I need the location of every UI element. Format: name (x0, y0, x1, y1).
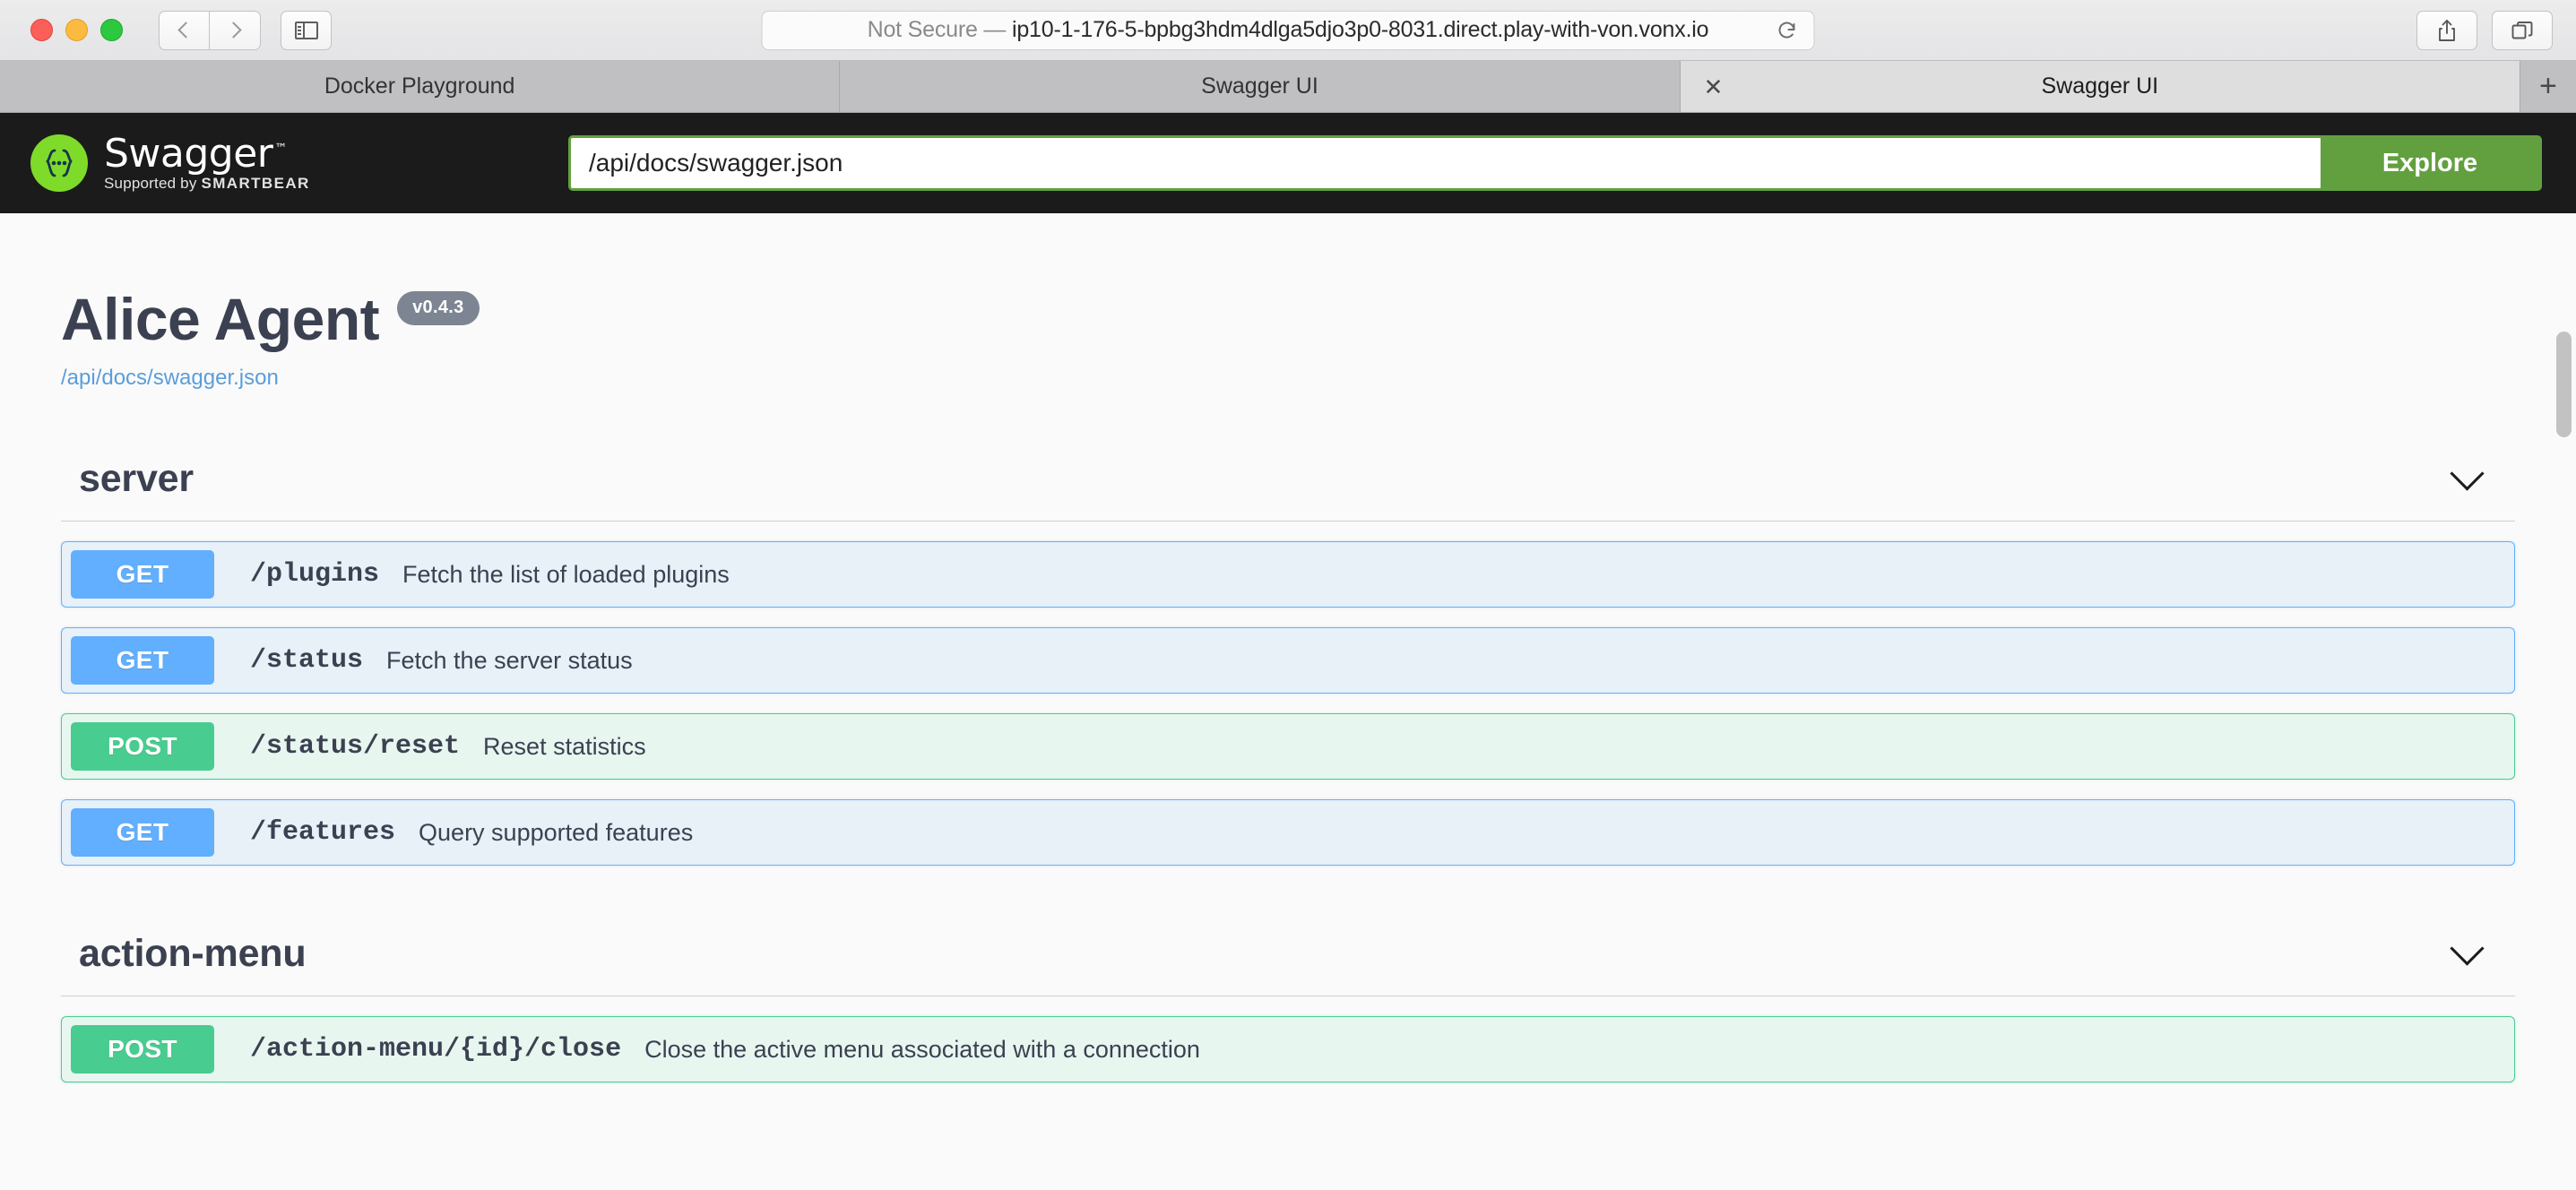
operation-summary: Reset statistics (483, 733, 646, 761)
browser-tab-docker-playground[interactable]: Docker Playground (0, 61, 840, 112)
tag-header-action-menu[interactable]: action-menu (61, 932, 2515, 996)
browser-chrome: Not Secure — ip10-1-176-5-bpbg3hdm4dlga5… (0, 0, 2576, 61)
swagger-content: Alice Agent v0.4.3 /api/docs/swagger.jso… (0, 213, 2576, 1190)
operation-path: /action-menu/{id}/close (250, 1034, 621, 1065)
tag-name-label: action-menu (79, 932, 306, 976)
swagger-topbar: Swagger™ Supported by SMARTBEAR Explore (0, 113, 2576, 213)
swagger-wordmark: Swagger™ Supported by SMARTBEAR (104, 134, 310, 193)
braces-glyph (41, 148, 77, 178)
operation-summary: Fetch the list of loaded plugins (402, 561, 730, 589)
not-secure-label: Not Secure (868, 17, 978, 42)
tab-overview-button[interactable] (2492, 11, 2553, 50)
close-tab-icon[interactable]: ✕ (1704, 75, 1724, 99)
operation-summary: Fetch the server status (386, 647, 633, 675)
http-method-badge: POST (71, 722, 214, 771)
forward-button[interactable] (210, 11, 261, 50)
tab-label: Swagger UI (2042, 73, 2159, 99)
url-separator: — (983, 17, 1006, 42)
api-title-text: Alice Agent (61, 285, 379, 353)
operation-get-status[interactable]: GET /status Fetch the server status (61, 627, 2515, 694)
version-badge: v0.4.3 (397, 291, 479, 325)
swagger-logo[interactable]: Swagger™ Supported by SMARTBEAR (30, 134, 568, 193)
tab-bar: Docker Playground Swagger UI ✕ Swagger U… (0, 61, 2576, 113)
share-button[interactable] (2416, 11, 2477, 50)
spec-link[interactable]: /api/docs/swagger.json (61, 366, 279, 391)
reload-icon[interactable] (1776, 20, 1798, 41)
url-host: ip10-1-176-5-bpbg3hdm4dlga5djo3p0-8031.d… (1012, 17, 1708, 42)
smartbear-brand: SMARTBEAR (201, 175, 309, 192)
chrome-right-actions (2416, 11, 2553, 50)
back-button[interactable] (159, 11, 210, 50)
operation-post-status-reset[interactable]: POST /status/reset Reset statistics (61, 713, 2515, 780)
chevron-down-icon[interactable] (2450, 931, 2484, 965)
browser-tab-swagger-ui-1[interactable]: Swagger UI (840, 61, 1680, 112)
sidebar-icon (295, 22, 318, 39)
spec-url-form: Explore (568, 135, 2542, 191)
operation-summary: Query supported features (419, 819, 693, 847)
chevron-down-icon[interactable] (2450, 456, 2484, 490)
sidebar-toggle-button[interactable] (281, 11, 332, 50)
http-method-badge: POST (71, 1025, 214, 1074)
navigation-buttons (159, 11, 261, 50)
operation-path: /status (250, 645, 363, 676)
operation-path: /features (250, 817, 395, 848)
operation-path: /status/reset (250, 731, 460, 762)
address-bar[interactable]: Not Secure — ip10-1-176-5-bpbg3hdm4dlga5… (762, 11, 1815, 50)
page-title: Alice Agent v0.4.3 (61, 285, 2515, 353)
chevron-left-icon (177, 22, 194, 38)
maximize-window-button[interactable] (100, 19, 123, 41)
scrollbar-thumb[interactable] (2556, 332, 2572, 437)
http-method-badge: GET (71, 550, 214, 599)
page-scrollbar[interactable] (2552, 326, 2576, 443)
operation-get-features[interactable]: GET /features Query supported features (61, 799, 2515, 866)
share-icon (2436, 19, 2458, 42)
close-window-button[interactable] (30, 19, 53, 41)
supported-by-text: Supported by SMARTBEAR (104, 175, 310, 193)
spec-url-input[interactable] (571, 138, 2321, 188)
tag-section-action-menu: action-menu POST /action-menu/{id}/close… (61, 932, 2515, 1082)
swagger-brand-text: Swagger™ (104, 134, 310, 174)
minimize-window-button[interactable] (65, 19, 88, 41)
http-method-badge: GET (71, 808, 214, 857)
operation-get-plugins[interactable]: GET /plugins Fetch the list of loaded pl… (61, 541, 2515, 608)
tag-header-server[interactable]: server (61, 457, 2515, 522)
browser-tab-swagger-ui-2[interactable]: ✕ Swagger UI (1681, 61, 2520, 112)
swagger-braces-icon (30, 134, 88, 192)
explore-button[interactable]: Explore (2321, 138, 2539, 188)
trademark-symbol: ™ (274, 142, 287, 156)
tag-section-server: server GET /plugins Fetch the list of lo… (61, 457, 2515, 866)
tab-label: Swagger UI (1201, 73, 1318, 99)
tab-label: Docker Playground (324, 73, 515, 99)
operation-summary: Close the active menu associated with a … (644, 1036, 1200, 1064)
swagger-inner: Alice Agent v0.4.3 /api/docs/swagger.jso… (27, 213, 2549, 1082)
tab-overview-icon (2511, 20, 2534, 41)
address-bar-text: Not Secure — ip10-1-176-5-bpbg3hdm4dlga5… (868, 17, 1709, 43)
new-tab-button[interactable]: + (2520, 61, 2576, 112)
http-method-badge: GET (71, 636, 214, 685)
window-traffic-lights (30, 19, 123, 41)
api-info-block: Alice Agent v0.4.3 /api/docs/swagger.jso… (61, 213, 2515, 391)
operation-post-action-menu-close[interactable]: POST /action-menu/{id}/close Close the a… (61, 1016, 2515, 1082)
operation-path: /plugins (250, 559, 379, 590)
chevron-right-icon (225, 22, 241, 38)
tag-name-label: server (79, 457, 194, 501)
